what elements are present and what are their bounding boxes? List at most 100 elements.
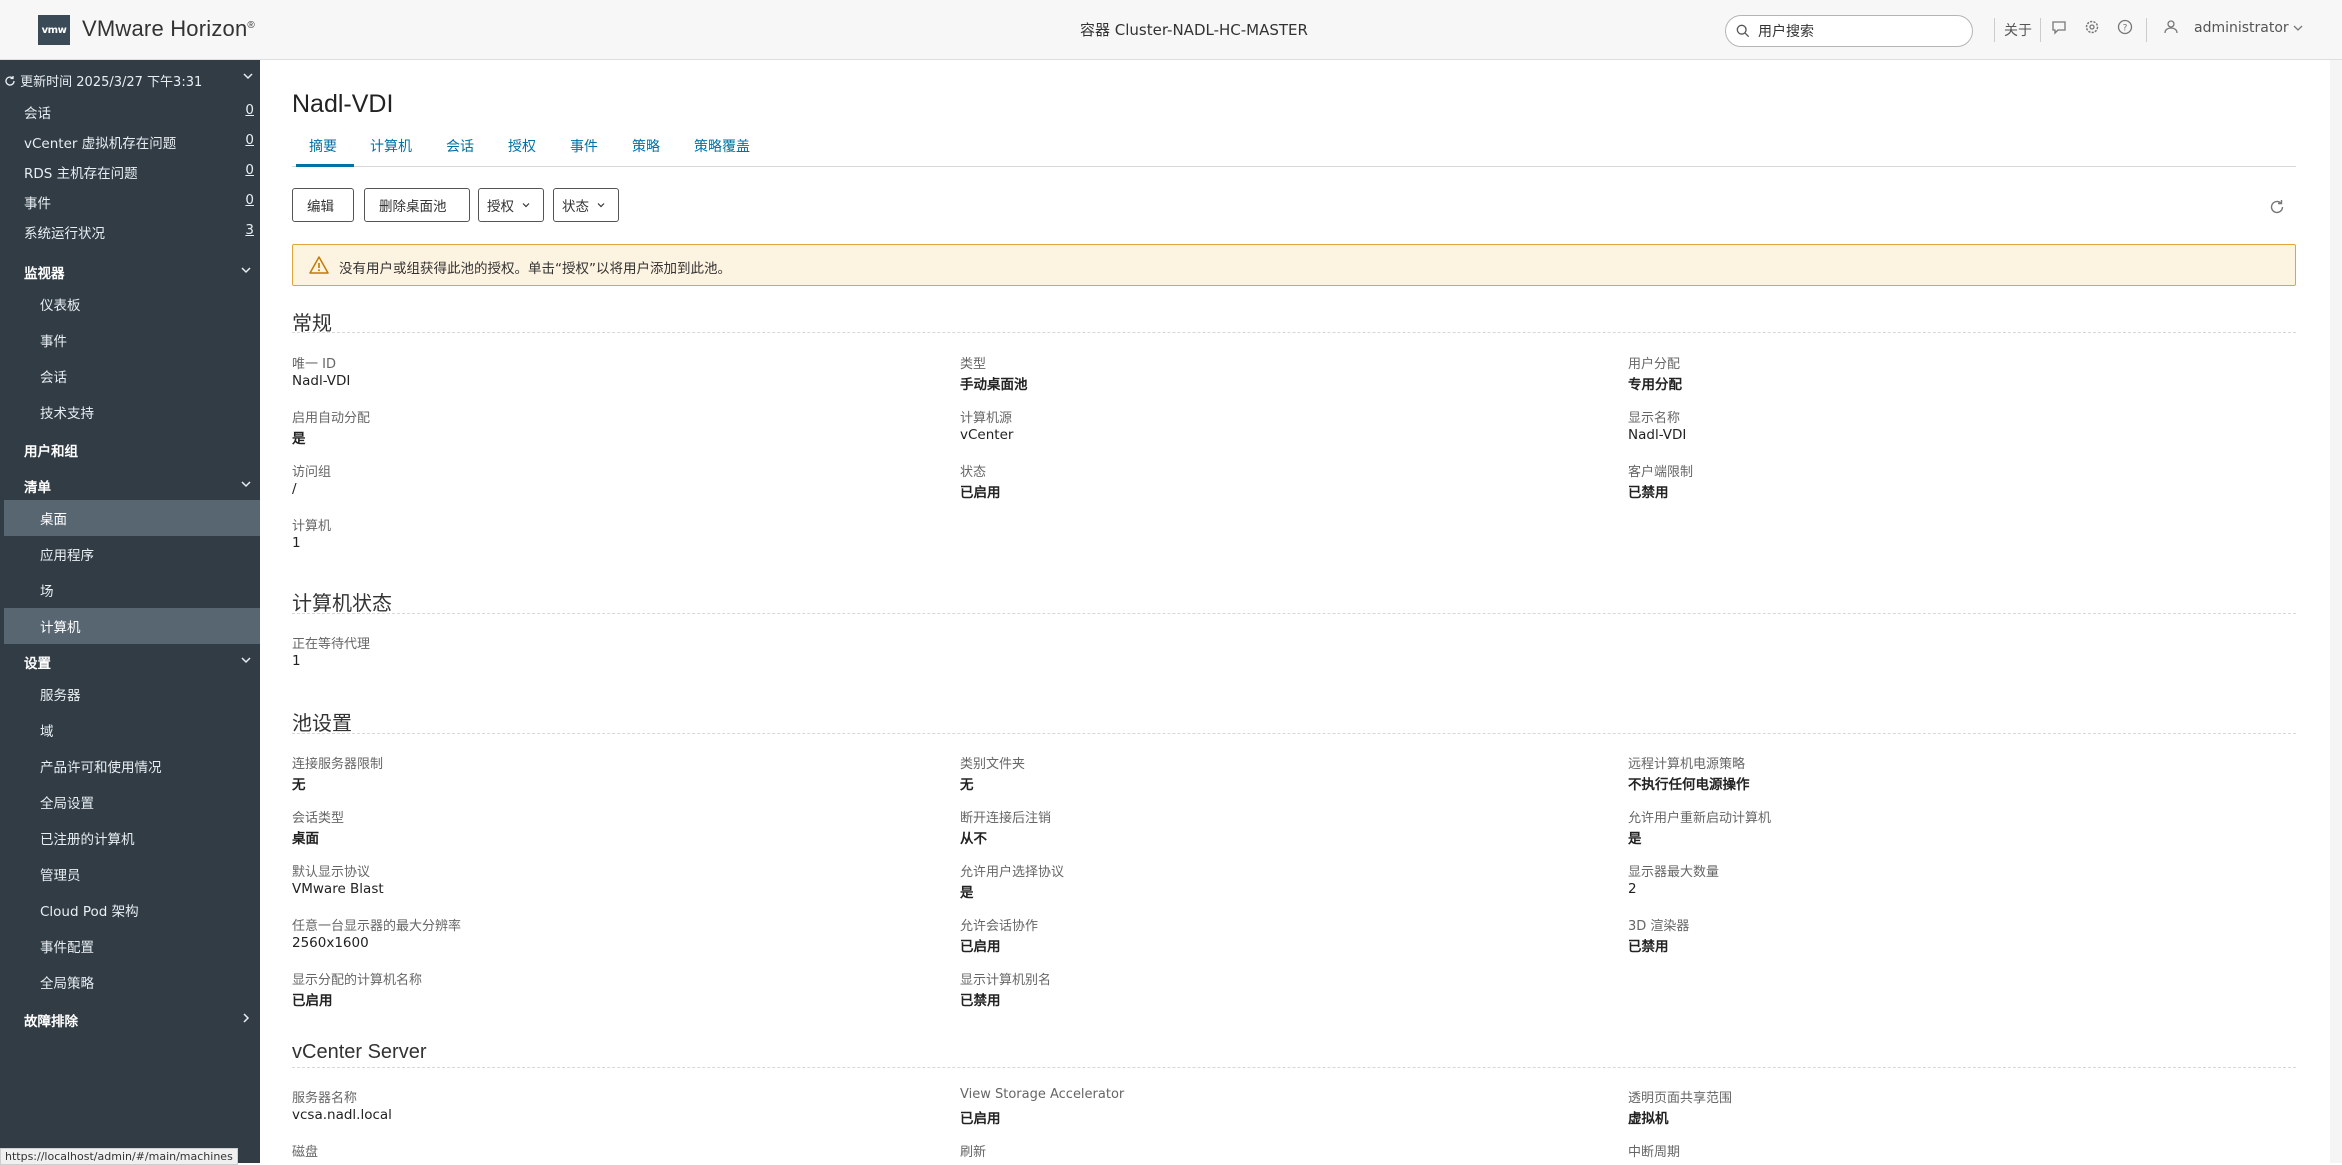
edit-button[interactable]: 编辑 bbox=[292, 188, 354, 222]
tab-summary[interactable]: 摘要 bbox=[309, 136, 337, 156]
nav-item-domains[interactable]: 域 bbox=[40, 720, 54, 740]
chevron-down-icon[interactable] bbox=[240, 654, 252, 666]
nav-item-global-settings[interactable]: 全局设置 bbox=[40, 792, 94, 812]
delete-pool-button[interactable]: 删除桌面池 bbox=[364, 188, 470, 222]
alert-vcenter-vm: vCenter 虚拟机存在问题 bbox=[24, 136, 177, 152]
tab-policy-overrides[interactable]: 策略覆盖 bbox=[694, 136, 750, 156]
entitle-dropdown[interactable]: 授权 bbox=[478, 188, 544, 222]
alert-vcenter-vm-count[interactable]: 0 bbox=[244, 132, 254, 152]
user-search[interactable] bbox=[1725, 15, 1973, 47]
alert-events-count[interactable]: 0 bbox=[244, 192, 254, 212]
field-label: 允许用户选择协议 bbox=[960, 865, 1065, 880]
nav-item-desktops[interactable]: 桌面 bbox=[40, 508, 67, 528]
field-label: 唯一 ID bbox=[292, 357, 336, 372]
field-label: 服务器名称 bbox=[292, 1091, 358, 1106]
field-label: 中断周期 bbox=[1628, 1145, 1681, 1160]
nav-section-inventory[interactable]: 清单 bbox=[24, 476, 51, 496]
nav-item-farms[interactable]: 场 bbox=[40, 580, 54, 600]
gear-icon[interactable] bbox=[2083, 18, 2101, 36]
nav-item-tech-support[interactable]: 技术支持 bbox=[40, 402, 94, 422]
header-divider bbox=[1994, 18, 1995, 42]
brand-mark: ® bbox=[247, 20, 255, 31]
field-value: 已启用 bbox=[292, 993, 333, 1009]
field-value: 是 bbox=[1628, 831, 1642, 847]
vertical-scrollbar[interactable] bbox=[2330, 60, 2342, 1163]
page-title: Nadl-VDI bbox=[292, 90, 394, 118]
nav-item-registered-machines[interactable]: 已注册的计算机 bbox=[40, 828, 135, 848]
field-label: 状态 bbox=[960, 465, 987, 480]
section-divider bbox=[292, 332, 2296, 333]
nav-item-cloud-pod[interactable]: Cloud Pod 架构 bbox=[40, 900, 139, 920]
nav-item-event-config[interactable]: 事件配置 bbox=[40, 936, 94, 956]
nav-section-monitor[interactable]: 监视器 bbox=[24, 262, 65, 282]
field-label: 断开连接后注销 bbox=[960, 811, 1052, 826]
chevron-down-icon[interactable] bbox=[240, 478, 252, 490]
tab-events[interactable]: 事件 bbox=[570, 136, 598, 156]
field-label: 用户分配 bbox=[1628, 357, 1681, 372]
tab-policies[interactable]: 策略 bbox=[632, 136, 660, 156]
nav-section-users-groups[interactable]: 用户和组 bbox=[24, 440, 78, 460]
nav-item-administrators[interactable]: 管理员 bbox=[40, 864, 81, 884]
nav-item-applications[interactable]: 应用程序 bbox=[40, 544, 94, 564]
chevron-down-icon[interactable] bbox=[242, 70, 254, 82]
about-link[interactable]: 关于 bbox=[2004, 20, 2032, 40]
tab-sessions[interactable]: 会话 bbox=[446, 136, 474, 156]
top-header: vmw VMware Horizon® 容器 Cluster-NADL-HC-M… bbox=[0, 0, 2342, 60]
field-label: 显示计算机别名 bbox=[960, 973, 1052, 988]
alert-system-health-count[interactable]: 3 bbox=[244, 222, 254, 242]
active-tab-indicator bbox=[296, 164, 354, 167]
section-divider bbox=[292, 613, 2296, 614]
tab-machines[interactable]: 计算机 bbox=[370, 136, 412, 156]
nav-section-troubleshoot[interactable]: 故障排除 bbox=[24, 1010, 78, 1030]
nav-section-settings[interactable]: 设置 bbox=[24, 652, 51, 672]
nav-item-servers[interactable]: 服务器 bbox=[40, 684, 81, 704]
sidebar: 更新时间 2025/3/27 下午3:31 会话 0 vCenter 虚拟机存在… bbox=[0, 60, 260, 1163]
nav-item-global-policies[interactable]: 全局策略 bbox=[40, 972, 94, 992]
field-label: 显示器最大数量 bbox=[1628, 865, 1720, 880]
chevron-down-icon[interactable] bbox=[240, 264, 252, 276]
field-label: View Storage Accelerator bbox=[960, 1087, 1125, 1102]
refresh-icon[interactable] bbox=[2268, 198, 2286, 216]
help-icon[interactable]: ? bbox=[2116, 18, 2134, 36]
user-name: administrator bbox=[2194, 20, 2289, 36]
main-content: Nadl-VDI 摘要 计算机 会话 授权 事件 策略 策略覆盖 编辑 删除桌面… bbox=[260, 60, 2324, 1163]
tab-entitlements[interactable]: 授权 bbox=[508, 136, 536, 156]
warning-alert: 没有用户或组获得此池的授权。单击“授权”以将用户添加到此池。 bbox=[292, 244, 2296, 286]
edit-label: 编辑 bbox=[307, 199, 334, 215]
nav-item-dashboard[interactable]: 仪表板 bbox=[40, 294, 81, 314]
nav-item-licensing[interactable]: 产品许可和使用情况 bbox=[40, 756, 162, 776]
nav-item-events[interactable]: 事件 bbox=[40, 330, 67, 350]
search-input[interactable] bbox=[1756, 21, 1960, 43]
alert-sessions-count[interactable]: 0 bbox=[244, 102, 254, 122]
field-value: 已启用 bbox=[960, 485, 1001, 501]
chat-icon[interactable] bbox=[2050, 18, 2068, 36]
field-value: Nadl-VDI bbox=[292, 373, 351, 389]
field-label: 类型 bbox=[960, 357, 987, 372]
nav-item-sessions[interactable]: 会话 bbox=[40, 366, 67, 386]
section-divider bbox=[292, 733, 2296, 734]
field-label: 显示分配的计算机名称 bbox=[292, 973, 423, 988]
status-dropdown[interactable]: 状态 bbox=[553, 188, 619, 222]
chevron-down-icon bbox=[522, 203, 530, 208]
delete-pool-label: 删除桌面池 bbox=[379, 199, 447, 215]
field-label: 显示名称 bbox=[1628, 411, 1681, 426]
alert-events: 事件 bbox=[24, 196, 51, 212]
field-label: 连接服务器限制 bbox=[292, 757, 384, 772]
field-label: 远程计算机电源策略 bbox=[1628, 757, 1746, 772]
user-icon bbox=[2164, 20, 2178, 34]
user-menu[interactable]: administrator bbox=[2194, 20, 2303, 36]
alert-rds-host: RDS 主机存在问题 bbox=[24, 166, 138, 182]
field-value: 虚拟机 bbox=[1628, 1111, 1669, 1127]
status-label: 状态 bbox=[562, 199, 589, 215]
refresh-status[interactable]: 更新时间 2025/3/27 下午3:31 bbox=[4, 71, 202, 90]
field-label: 类别文件夹 bbox=[960, 757, 1026, 772]
nav-item-machines[interactable]: 计算机 bbox=[40, 616, 81, 636]
field-label: 默认显示协议 bbox=[292, 865, 371, 880]
brand-title[interactable]: VMware Horizon® bbox=[82, 16, 255, 42]
field-value: / bbox=[292, 481, 297, 497]
field-label: 计算机源 bbox=[960, 411, 1013, 426]
field-value: 1 bbox=[292, 653, 301, 669]
brand-text: VMware Horizon bbox=[82, 16, 248, 41]
alert-rds-host-count[interactable]: 0 bbox=[244, 162, 254, 182]
chevron-right-icon[interactable] bbox=[240, 1012, 252, 1024]
